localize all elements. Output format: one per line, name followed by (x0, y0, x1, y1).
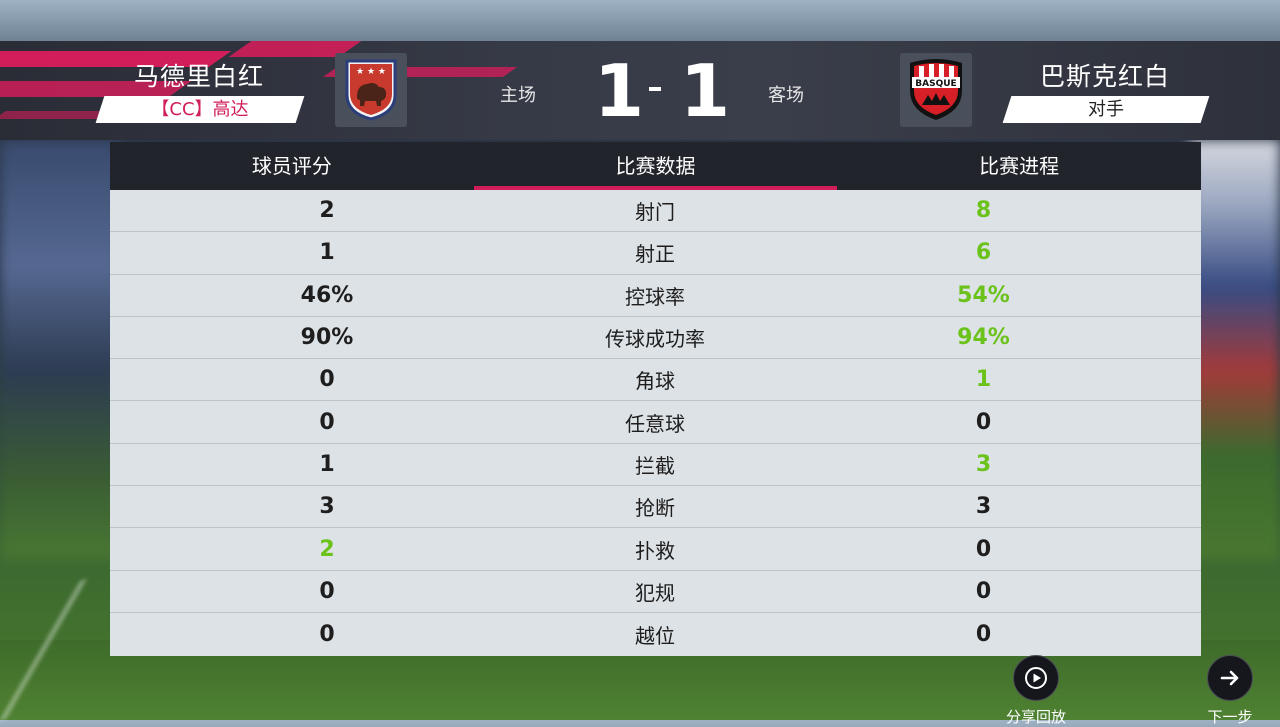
stat-home-value: 1 (319, 451, 335, 477)
stat-row: 1 拦截 3 (110, 444, 1201, 487)
next-label: 下一步 (1207, 708, 1253, 726)
share-replay-label: 分享回放 (1005, 708, 1066, 726)
away-label-text: 对手 (1088, 99, 1124, 120)
away-side-label: 客场 (768, 85, 804, 106)
home-team-crest: ★ ★ ★ (335, 53, 407, 127)
stat-away-value: 3 (975, 494, 992, 520)
match-header: 马德里白红 【CC】高达 ★ ★ ★ 主场 1 1 客场 BASQUE 巴斯克红… (0, 41, 1280, 140)
stat-away-value: 6 (975, 240, 992, 266)
stadium-background-right (1190, 140, 1280, 560)
stat-label: 角球 (635, 369, 675, 394)
tab-bar: 球员评分 比赛数据 比赛进程 (110, 142, 1201, 190)
stat-label: 犯规 (635, 580, 675, 605)
stat-row: 2 射门 8 (110, 190, 1201, 233)
stat-away-value: 3 (975, 451, 992, 477)
stat-home-value: 0 (319, 621, 335, 647)
next-button[interactable]: 下一步 (1200, 655, 1260, 727)
stat-label: 传球成功率 (605, 327, 705, 352)
play-icon (1025, 667, 1047, 689)
tab-match-stats[interactable]: 比赛数据 (473, 142, 838, 190)
stat-home-value: 2 (319, 536, 335, 562)
stat-label: 越位 (635, 623, 675, 648)
stat-row: 0 犯规 0 (110, 571, 1201, 613)
stats-table: 2 射门 8 1 射正 6 46% 控球率 54% 90% 传球成功率 94% … (110, 190, 1201, 656)
arrow-right-icon (1220, 670, 1239, 686)
stat-away-value: 54% (957, 282, 1010, 308)
basque-crest-icon: BASQUE (910, 59, 962, 120)
replay-circle[interactable] (1013, 655, 1059, 701)
stat-row: 3 抢断 3 (110, 486, 1201, 529)
stat-home-value: 0 (319, 578, 335, 604)
home-score: 1 (594, 49, 645, 133)
stat-home-value: 90% (300, 325, 354, 351)
next-circle[interactable] (1207, 655, 1253, 701)
home-team-name: 马德里白红 (134, 62, 265, 91)
svg-text:BASQUE: BASQUE (915, 79, 956, 89)
stat-row: 0 角球 1 (110, 359, 1201, 402)
away-team-label: 对手 (1002, 96, 1210, 123)
stadium-background-left (0, 140, 120, 560)
stat-label: 任意球 (625, 411, 685, 436)
tab-player-ratings[interactable]: 球员评分 (110, 142, 474, 190)
stat-row: 0 任意球 0 (110, 401, 1201, 444)
home-label-text: 【CC】高达 (151, 99, 249, 120)
svg-text:★ ★ ★: ★ ★ ★ (356, 67, 386, 77)
home-side-label: 主场 (500, 85, 536, 106)
stat-label: 射门 (635, 200, 675, 225)
stat-label: 射正 (635, 242, 675, 267)
bear-crest-icon: ★ ★ ★ (345, 59, 397, 121)
stat-row: 1 射正 6 (110, 232, 1201, 275)
stat-home-value: 0 (319, 367, 335, 393)
stat-label: 扑救 (635, 538, 675, 563)
stat-label: 控球率 (625, 284, 685, 309)
stat-row: 0 越位 0 (110, 613, 1201, 655)
stat-home-value: 46% (300, 282, 354, 308)
stat-home-value: 2 (319, 198, 335, 224)
stat-label: 抢断 (635, 496, 675, 521)
stat-away-value: 8 (975, 198, 992, 224)
tab-match-timeline[interactable]: 比赛进程 (837, 142, 1201, 190)
stat-home-value: 0 (319, 409, 335, 435)
stat-away-value: 0 (975, 536, 992, 562)
stat-away-value: 1 (975, 367, 992, 393)
stat-label: 拦截 (635, 453, 675, 478)
stat-home-value: 1 (319, 240, 335, 266)
stat-row: 90% 传球成功率 94% (110, 317, 1201, 360)
share-replay-button[interactable]: 分享回放 (1001, 655, 1071, 727)
stat-away-value: 0 (975, 578, 992, 604)
score-separator (649, 87, 661, 91)
away-team-name: 巴斯克红白 (1040, 62, 1171, 91)
stat-row: 2 扑救 0 (110, 528, 1201, 571)
stat-away-value: 0 (975, 409, 992, 435)
stat-away-value: 0 (975, 621, 992, 647)
home-team-label: 【CC】高达 (95, 96, 305, 123)
stat-away-value: 94% (957, 325, 1010, 351)
stat-home-value: 3 (319, 494, 335, 520)
away-score: 1 (680, 49, 731, 133)
stat-row: 46% 控球率 54% (110, 275, 1201, 317)
away-team-crest: BASQUE (900, 53, 972, 127)
